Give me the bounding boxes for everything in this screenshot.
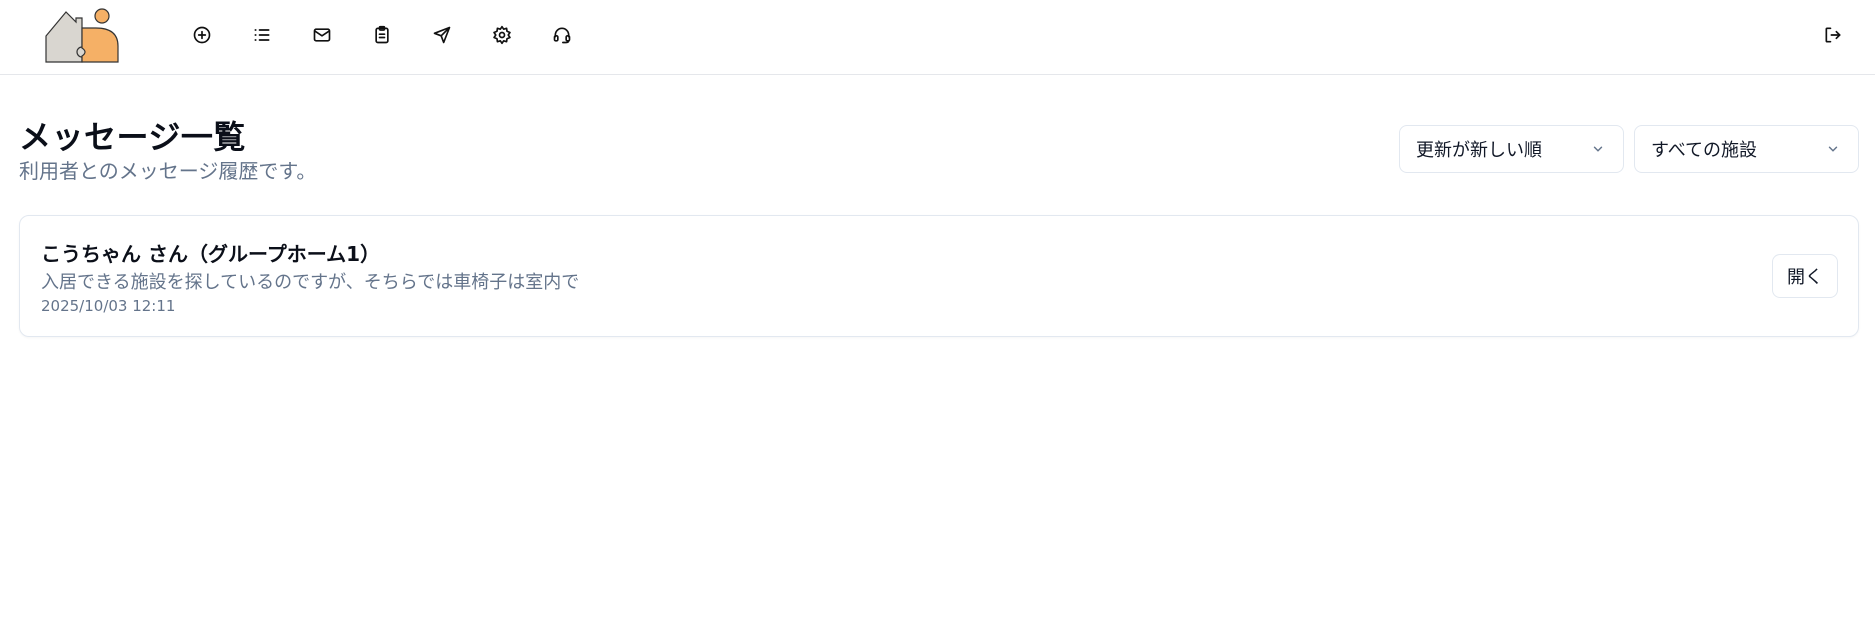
add-button[interactable] [184,17,220,53]
sort-select[interactable]: 更新が新しい順 [1399,125,1624,173]
sort-select-value: 更新が新しい順 [1416,140,1542,161]
open-button[interactable]: 開く [1772,254,1838,298]
app-logo[interactable] [44,6,122,66]
support-button[interactable] [544,17,580,53]
logout-button[interactable] [1815,17,1851,53]
send-button[interactable] [424,17,460,53]
page-subtitle: 利用者とのメッセージ履歴です。 [19,159,317,183]
gear-icon [493,25,511,45]
send-icon [433,26,451,44]
house-person-puzzle-logo-icon [45,8,119,63]
facility-select-value: すべての施設 [1651,140,1758,161]
clipboard-button[interactable] [364,17,400,53]
settings-button[interactable] [484,17,520,53]
messages-button[interactable] [304,17,340,53]
message-card: こうちゃん さん（グループホーム1） 入居できる施設を探しているのですが、そちら… [19,215,1859,337]
top-header [0,0,1875,75]
list-button[interactable] [244,17,280,53]
headset-icon [553,27,571,44]
logout-icon [1825,27,1841,43]
chevron-down-icon [1593,146,1603,152]
message-timestamp: 2025/10/03 12:11 [41,297,176,315]
main-nav [184,17,580,53]
page-header: メッセージ一覧 利用者とのメッセージ履歴です。 [19,118,316,184]
page-title: メッセージ一覧 [19,118,246,156]
list-icon [254,29,270,41]
mail-icon [313,28,331,42]
message-preview: 入居できる施設を探しているのですが、そちらでは車椅子は室内で [41,272,580,293]
facility-select[interactable]: すべての施設 [1634,125,1859,173]
message-sender: こうちゃん さん（グループホーム1） [41,242,381,266]
chevron-down-icon [1828,146,1838,152]
add-icon [193,26,211,44]
clipboard-icon [375,25,389,44]
